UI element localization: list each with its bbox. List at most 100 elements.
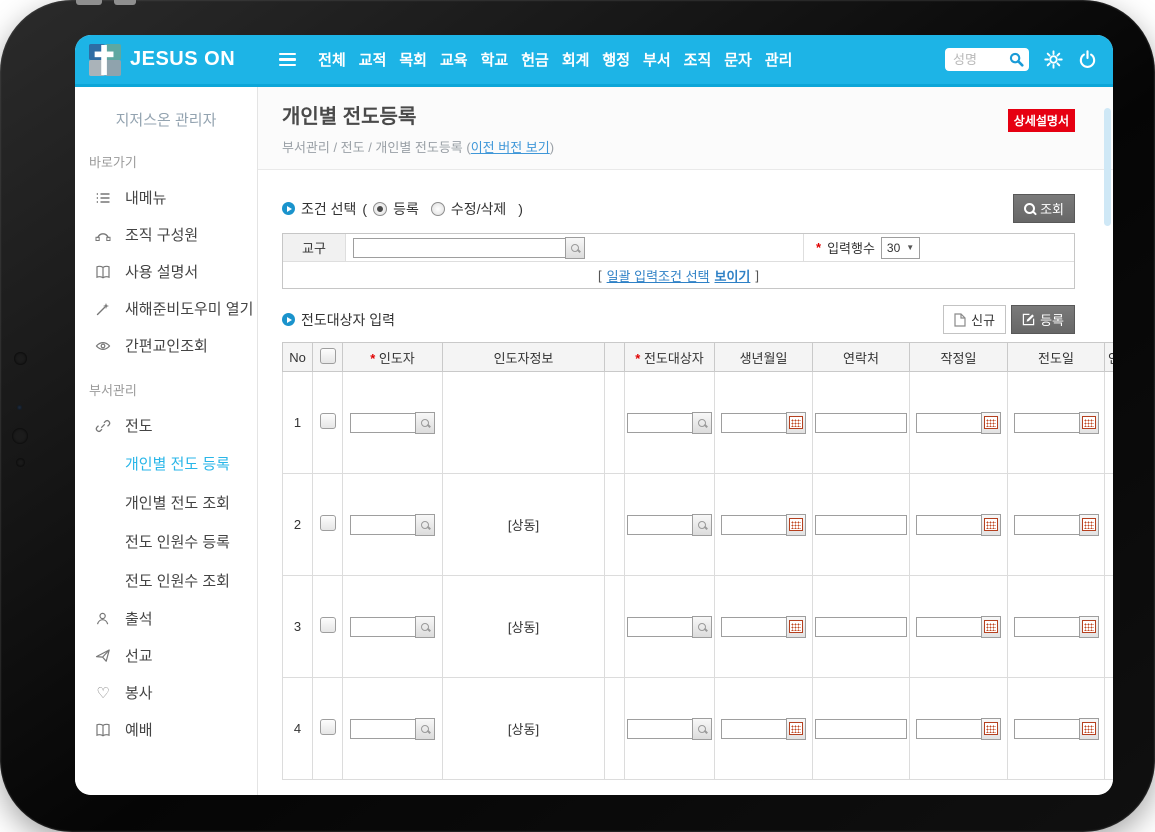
hamburger-menu-icon[interactable] (279, 50, 296, 70)
calendar-icon[interactable] (1079, 616, 1099, 638)
sidebar-item-org-members[interactable]: 조직 구성원 (75, 216, 257, 253)
nav-item[interactable]: 교적 (359, 49, 387, 70)
row-checkbox[interactable] (320, 617, 336, 633)
sidebar-item-my-menu[interactable]: 내메뉴 (75, 179, 257, 216)
decide-date-input[interactable] (916, 515, 982, 535)
sidebar-subitem-evangelism-count-search[interactable]: 전도 인원수 조회 (75, 561, 257, 600)
sidebar-subitem-evangelism-count-register[interactable]: 전도 인원수 등록 (75, 522, 257, 561)
target-search-icon[interactable] (692, 514, 712, 536)
calendar-icon[interactable] (1079, 718, 1099, 740)
leader-input[interactable] (350, 617, 416, 637)
scrollbar-thumb[interactable] (1104, 108, 1111, 226)
nav-item[interactable]: 행정 (602, 49, 630, 70)
target-input[interactable] (627, 617, 693, 637)
target-search-icon[interactable] (692, 616, 712, 638)
search-icon[interactable] (1009, 52, 1024, 67)
leader-input[interactable] (350, 719, 416, 739)
calendar-icon[interactable] (981, 718, 1001, 740)
nav-item[interactable]: 문자 (724, 49, 752, 70)
edit-pencil-icon (1022, 313, 1035, 326)
leader-search-icon[interactable] (415, 412, 435, 434)
target-search-icon[interactable] (692, 718, 712, 740)
birth-date-input[interactable] (721, 719, 787, 739)
evangel-date-input[interactable] (1014, 617, 1080, 637)
sidebar-item-quick-member-lookup[interactable]: 간편교인조회 (75, 327, 257, 364)
radio-register[interactable] (373, 202, 387, 216)
settings-gear-icon[interactable] (1044, 50, 1063, 69)
calendar-icon[interactable] (1079, 514, 1099, 536)
batch-input-condition-link[interactable]: 일괄 입력조건 선택 (607, 266, 710, 285)
decide-date-input[interactable] (916, 617, 982, 637)
page-title: 개인별 전도등록 (282, 100, 1075, 129)
select-all-checkbox[interactable] (320, 348, 336, 364)
birth-date-input[interactable] (721, 617, 787, 637)
calendar-icon[interactable] (981, 616, 1001, 638)
col-clipped: 인 (1105, 343, 1114, 372)
detail-manual-badge[interactable]: 상세설명서 (1008, 109, 1075, 132)
rows-per-page-select[interactable]: 30▼ (881, 237, 920, 259)
leader-search-icon[interactable] (415, 514, 435, 536)
sidebar-item-newyear-helper[interactable]: 새해준비도우미 열기 (75, 290, 257, 327)
nav-item[interactable]: 조직 (684, 49, 712, 70)
calendar-icon[interactable] (1079, 412, 1099, 434)
new-button[interactable]: 신규 (943, 305, 1006, 334)
sidebar-item-attendance[interactable]: 출석 (75, 600, 257, 637)
previous-version-link[interactable]: 이전 버전 보기 (471, 140, 550, 155)
birth-date-input[interactable] (721, 413, 787, 433)
brand[interactable]: JESUS ON (89, 44, 235, 76)
parish-input[interactable] (353, 238, 566, 258)
radio-register-label[interactable]: 등록 (393, 199, 419, 219)
leader-input[interactable] (350, 515, 416, 535)
sidebar-item-mission[interactable]: 선교 (75, 637, 257, 674)
logout-power-icon[interactable] (1078, 50, 1097, 69)
evangel-date-input[interactable] (1014, 413, 1080, 433)
nav-item[interactable]: 목회 (399, 49, 427, 70)
batch-show-link[interactable]: 보이기 (715, 266, 751, 285)
calendar-icon[interactable] (981, 514, 1001, 536)
contact-input[interactable] (815, 617, 907, 637)
calendar-icon[interactable] (786, 514, 806, 536)
nav-item[interactable]: 부서 (643, 49, 671, 70)
nav-item[interactable]: 전체 (318, 49, 346, 70)
row-checkbox[interactable] (320, 719, 336, 735)
sidebar-subitem-personal-evangelism-search[interactable]: 개인별 전도 조회 (75, 483, 257, 522)
row-checkbox[interactable] (320, 515, 336, 531)
leader-search-icon[interactable] (415, 616, 435, 638)
nav-item[interactable]: 교육 (440, 49, 468, 70)
target-input[interactable] (627, 413, 693, 433)
nav-item[interactable]: 관리 (765, 49, 793, 70)
sidebar-item-service[interactable]: ♡ 봉사 (75, 674, 257, 711)
row-checkbox[interactable] (320, 413, 336, 429)
evangel-date-input[interactable] (1014, 719, 1080, 739)
nav-item[interactable]: 학교 (481, 49, 509, 70)
contact-input[interactable] (815, 413, 907, 433)
target-input[interactable] (627, 515, 693, 535)
search-button[interactable]: 조회 (1013, 194, 1075, 223)
parish-search-icon[interactable] (565, 237, 585, 259)
calendar-icon[interactable] (786, 718, 806, 740)
sidebar-item-user-manual[interactable]: 사용 설명서 (75, 253, 257, 290)
evangel-date-input[interactable] (1014, 515, 1080, 535)
radio-modify-delete-label[interactable]: 수정/삭제 (451, 199, 506, 219)
col-target: * 전도대상자 (625, 343, 715, 372)
leader-input[interactable] (350, 413, 416, 433)
leader-search-icon[interactable] (415, 718, 435, 740)
contact-input[interactable] (815, 515, 907, 535)
calendar-icon[interactable] (786, 616, 806, 638)
decide-date-input[interactable] (916, 413, 982, 433)
register-button[interactable]: 등록 (1011, 305, 1075, 334)
sidebar-subitem-personal-evangelism-register[interactable]: 개인별 전도 등록 (75, 444, 257, 483)
target-search-icon[interactable] (692, 412, 712, 434)
birth-date-input[interactable] (721, 515, 787, 535)
nav-item[interactable]: 헌금 (521, 49, 549, 70)
decide-date-input[interactable] (916, 719, 982, 739)
calendar-icon[interactable] (981, 412, 1001, 434)
calendar-icon[interactable] (786, 412, 806, 434)
sidebar-item-worship[interactable]: 예배 (75, 711, 257, 748)
radio-modify-delete[interactable] (431, 202, 445, 216)
main-nav: 전체 교적 목회 교육 학교 헌금 회계 행정 부서 조직 문자 관리 (318, 49, 792, 70)
contact-input[interactable] (815, 719, 907, 739)
sidebar-item-evangelism[interactable]: 전도 (75, 407, 257, 444)
nav-item[interactable]: 회계 (562, 49, 590, 70)
target-input[interactable] (627, 719, 693, 739)
